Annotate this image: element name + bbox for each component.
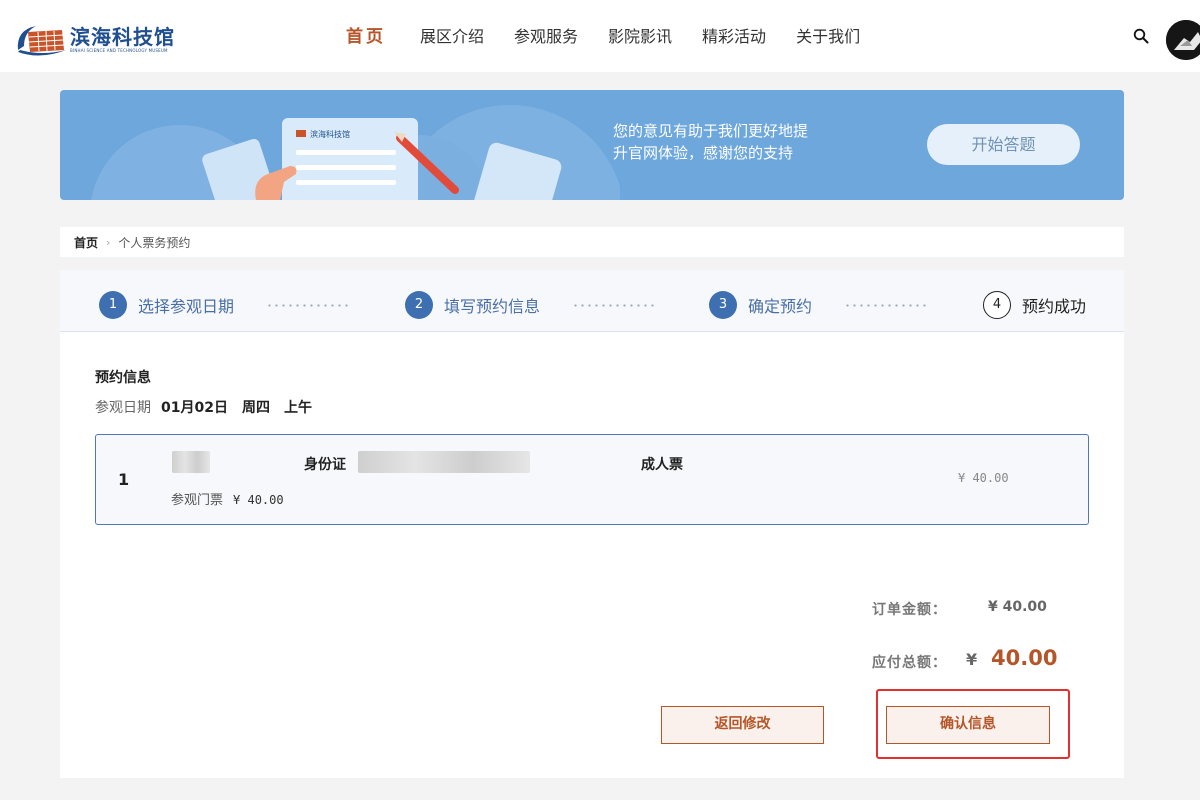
nav-home[interactable]: 首页 [346, 24, 386, 50]
step-1-label: 选择参观日期 [138, 297, 235, 316]
nav-events[interactable]: 精彩活动 [702, 24, 766, 50]
nav-about[interactable]: 关于我们 [796, 24, 860, 50]
ticket-name: 参观门票 ¥ 40.00 [171, 489, 284, 508]
step-4-label: 预约成功 [1022, 297, 1087, 316]
nav-exhibits[interactable]: 展区介绍 [420, 24, 484, 50]
ticket-index: 1 [118, 470, 130, 489]
back-edit-button[interactable]: 返回修改 [661, 706, 824, 744]
avatar[interactable] [1166, 20, 1200, 60]
visit-date-label: 参观日期 [95, 400, 151, 416]
step-3-number: 3 [709, 291, 737, 319]
reservation-panel: 1 选择参观日期 2 填写预约信息 3 确定预约 4 预约成功 预约信息 参观日… [60, 270, 1124, 778]
step-connector-2 [572, 304, 656, 307]
step-4: 4 预约成功 [983, 291, 1086, 319]
banner-line-2: 升官网体验，感谢您的支持 [613, 144, 794, 162]
survey-banner: 滨海科技馆 您的意见有助于我们更好地提 升官网体验，感谢您的支持 开始答题 [60, 90, 1124, 200]
ticket-line-price: ¥ 40.00 [958, 471, 1009, 485]
banner-card-title: 滨海科技馆 [310, 129, 350, 139]
ticket-name-label: 参观门票 [171, 493, 224, 508]
nav-visit-services[interactable]: 参观服务 [514, 24, 578, 50]
order-amount-label: 订单金额： [872, 602, 947, 618]
visit-weekday: 周四 [241, 400, 270, 416]
step-3: 3 确定预约 [709, 291, 812, 319]
id-number-redacted [358, 451, 530, 473]
reservation-info-title: 预约信息 [95, 370, 151, 386]
logo-name: 滨海科技馆 [70, 25, 175, 49]
nav-cinema[interactable]: 影院影讯 [608, 24, 672, 50]
order-amount-value: ¥ 40.00 [988, 599, 1047, 615]
ticket-type: 成人票 [641, 457, 683, 473]
banner-line-1: 您的意见有助于我们更好地提 [613, 122, 809, 140]
step-1-number: 1 [99, 291, 127, 319]
step-2-label: 填写预约信息 [444, 297, 541, 316]
total-amount-value: 40.00 [991, 646, 1058, 670]
step-3-label: 确定预约 [748, 297, 813, 316]
logo-mark-icon [14, 20, 68, 60]
logo-subtitle: BINHAI SCIENCE AND TECHNOLOGY MUSEUM [70, 48, 168, 53]
step-indicator: 1 选择参观日期 2 填写预约信息 3 确定预约 4 预约成功 [60, 270, 1124, 332]
total-amount-label: 应付总额： [872, 655, 947, 671]
search-icon[interactable] [1133, 28, 1149, 44]
step-4-number: 4 [983, 291, 1011, 319]
step-connector-3 [844, 304, 928, 307]
confirm-highlight-box [876, 689, 1070, 759]
breadcrumb-home[interactable]: 首页 [74, 234, 98, 251]
total-currency: ¥ [966, 650, 978, 669]
step-1: 1 选择参观日期 [99, 291, 234, 319]
visit-period: 上午 [283, 400, 312, 416]
id-card-label: 身份证 [304, 457, 346, 473]
visit-date: 01月02日 [161, 400, 228, 416]
banner-message: 您的意见有助于我们更好地提 升官网体验，感谢您的支持 [613, 120, 853, 164]
site-header: 滨海科技馆 BINHAI SCIENCE AND TECHNOLOGY MUSE… [0, 0, 1200, 72]
site-logo[interactable]: 滨海科技馆 BINHAI SCIENCE AND TECHNOLOGY MUSE… [14, 20, 184, 60]
survey-illustration-icon: 滨海科技馆 [91, 105, 620, 200]
breadcrumb-current: 个人票务预约 [118, 235, 191, 250]
step-2-number: 2 [405, 291, 433, 319]
main-nav: 首页 展区介绍 参观服务 影院影讯 精彩活动 关于我们 [330, 24, 890, 50]
start-survey-button[interactable]: 开始答题 [927, 124, 1080, 165]
visit-date-row: 参观日期 01月02日 周四 上午 [95, 397, 326, 417]
step-connector-1 [266, 304, 350, 307]
step-2: 2 填写预约信息 [405, 291, 540, 319]
breadcrumb-separator-icon: › [106, 235, 111, 249]
breadcrumb: 首页 › 个人票务预约 [60, 227, 1124, 257]
visitor-name-redacted [172, 451, 210, 473]
ticket-row: 1 身份证 成人票 参观门票 ¥ 40.00 ¥ 40.00 [95, 434, 1089, 525]
ticket-unit-price: ¥ 40.00 [233, 493, 284, 507]
